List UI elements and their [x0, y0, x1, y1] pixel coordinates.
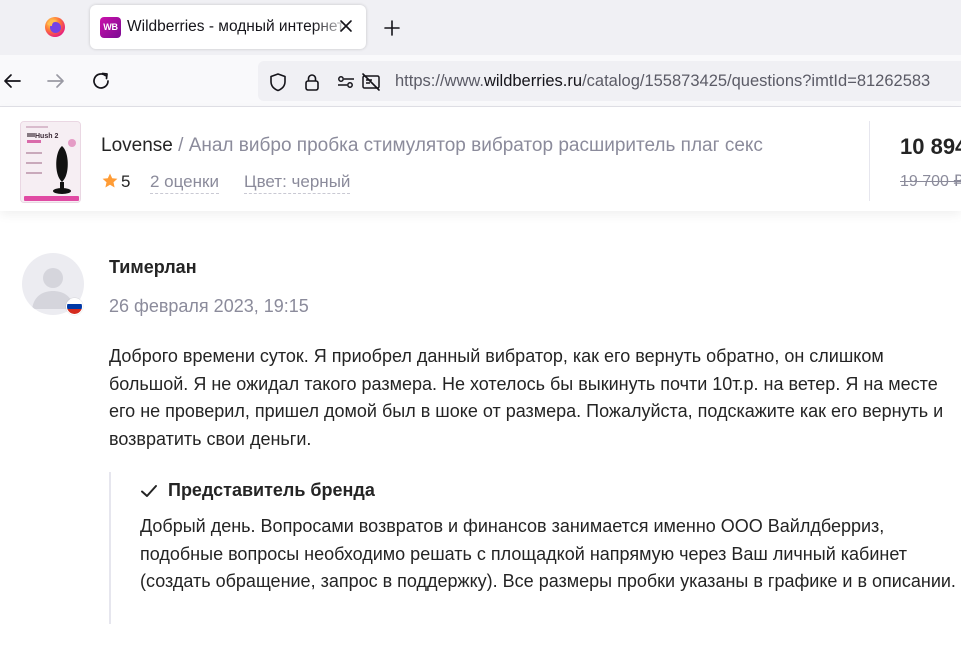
divider [869, 121, 870, 201]
lock-icon[interactable] [301, 71, 323, 93]
product-brand[interactable]: Lovense [101, 135, 173, 156]
rating-value: 5 [121, 172, 131, 191]
reload-icon[interactable] [89, 69, 113, 93]
product-name: Анал вибро пробка стимулятор вибратор ра… [188, 135, 763, 156]
navigation-bar: https://www.wildberries.ru/catalog/15587… [0, 55, 961, 107]
url-prefix: https://www. [395, 72, 484, 90]
active-tab[interactable]: WB Wildberries - модный интернет-магазин [90, 5, 366, 49]
back-arrow-icon[interactable] [0, 69, 24, 93]
check-icon [141, 485, 157, 497]
question-date: 26 февраля 2023, 19:15 [109, 296, 309, 316]
url-domain: wildberries.ru [483, 72, 583, 90]
url-bar[interactable]: https://www.wildberries.ru/catalog/15587… [258, 61, 961, 101]
permissions-icon[interactable] [335, 71, 357, 93]
answer-author: Представитель бренда [168, 480, 375, 500]
question-author: Тимерлан [109, 257, 197, 277]
shield-icon[interactable] [267, 71, 289, 93]
tab-title: Wildberries - модный интернет-магазин [127, 18, 359, 35]
url-path: /catalog/155873425/questions?imtId=81262… [582, 72, 931, 90]
tracking-blocked-icon[interactable] [360, 71, 382, 93]
product-thumbnail[interactable]: Hush 2 [20, 121, 81, 203]
brand-answer: Представитель бренда Добрый день. Вопрос… [109, 472, 961, 624]
firefox-logo-icon[interactable] [44, 16, 66, 38]
russia-flag-icon [66, 298, 83, 315]
thumbnail-label: Hush 2 [35, 133, 59, 140]
close-icon[interactable] [336, 16, 356, 36]
current-price: 10 894 ₽ [900, 134, 961, 159]
product-title[interactable]: Lovense / Анал вибро пробка стимулятор в… [101, 135, 763, 157]
tab-bar: WB Wildberries - модный интернет-магазин [0, 0, 961, 55]
plus-icon[interactable] [380, 16, 404, 40]
question-text: Доброго времени суток. Я приобрел данный… [109, 346, 944, 449]
title-separator: / [172, 135, 189, 156]
url-text[interactable]: https://www.wildberries.ru/catalog/15587… [395, 72, 930, 91]
wildberries-favicon-icon: WB [100, 17, 121, 38]
product-header: Hush 2 Lovense / Анал вибро пробка стиму… [0, 107, 961, 211]
old-price: 19 700 ₽ [900, 173, 961, 190]
reviews-count-link[interactable]: 2 оценки [150, 172, 219, 194]
forward-arrow-icon[interactable] [44, 69, 68, 93]
answer-text: Добрый день. Вопросами возвратов и финан… [140, 516, 956, 591]
star-icon [102, 173, 118, 188]
color-selector-link[interactable]: Цвет: черный [244, 172, 351, 194]
